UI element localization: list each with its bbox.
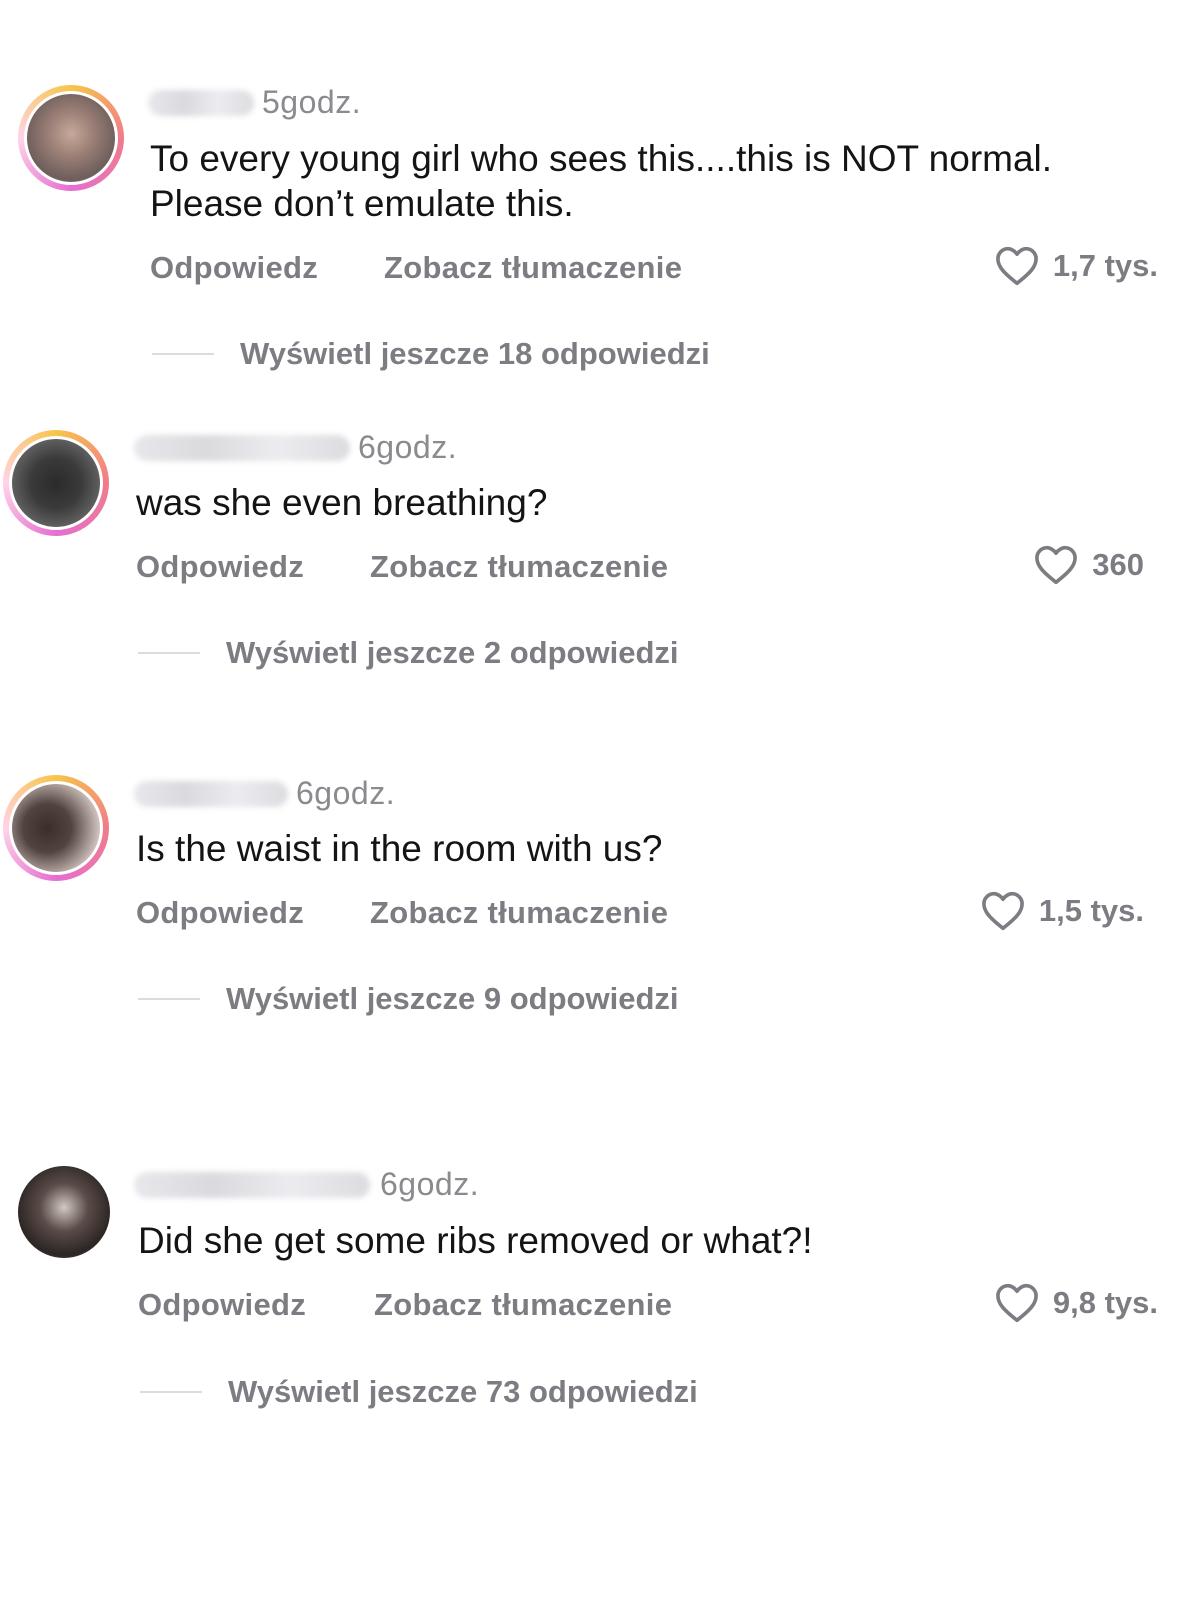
username-blurred[interactable] (134, 1172, 370, 1198)
view-more-replies-label: Wyświetl jeszcze 2 odpowiedzi (226, 635, 679, 670)
view-more-replies-button[interactable]: Wyświetl jeszcze 9 odpowiedzi (138, 981, 679, 1017)
like-count: 1,5 tys. (1038, 893, 1144, 928)
view-more-replies-label: Wyświetl jeszcze 73 odpowiedzi (228, 1374, 698, 1409)
like-button[interactable]: 1,5 tys. (981, 891, 1144, 931)
comment-text: was she even breathing? (136, 482, 548, 523)
see-translation-button[interactable]: Zobacz tłumaczenie (370, 895, 668, 931)
like-count: 360 (1092, 547, 1144, 582)
heart-outline-icon (981, 891, 1024, 931)
username-blurred[interactable] (134, 781, 288, 807)
reply-divider (138, 998, 200, 1000)
reply-divider (152, 353, 214, 355)
see-translation-button[interactable]: Zobacz tłumaczenie (374, 1287, 672, 1323)
avatar[interactable] (3, 775, 109, 881)
like-count: 9,8 tys. (1052, 1285, 1158, 1320)
username-blurred[interactable] (134, 435, 350, 461)
reply-button[interactable]: Odpowiedz (136, 895, 304, 931)
reply-button[interactable]: Odpowiedz (136, 549, 304, 585)
reply-divider (140, 1391, 202, 1393)
view-more-replies-button[interactable]: Wyświetl jeszcze 18 odpowiedzi (152, 336, 710, 372)
avatar[interactable] (18, 1166, 110, 1258)
comment-text: Did she get some ribs removed or what?! (138, 1220, 813, 1261)
see-translation-button[interactable]: Zobacz tłumaczenie (370, 549, 668, 585)
reply-divider (138, 652, 200, 654)
like-button[interactable]: 360 (1034, 545, 1144, 585)
reply-button[interactable]: Odpowiedz (138, 1287, 306, 1323)
view-more-replies-button[interactable]: Wyświetl jeszcze 2 odpowiedzi (138, 635, 679, 671)
heart-outline-icon (1035, 545, 1078, 585)
comment-timestamp: 6godz. (358, 429, 458, 465)
like-button[interactable]: 9,8 tys. (995, 1283, 1158, 1323)
heart-outline-icon (995, 1283, 1038, 1323)
comment-text: Is the waist in the room with us? (136, 828, 663, 869)
avatar[interactable] (3, 430, 109, 536)
view-more-replies-button[interactable]: Wyświetl jeszcze 73 odpowiedzi (140, 1374, 698, 1410)
view-more-replies-label: Wyświetl jeszcze 18 odpowiedzi (240, 336, 710, 371)
comment: 6godz. Did she get some ribs removed or … (0, 0, 1200, 1409)
view-more-replies-label: Wyświetl jeszcze 9 odpowiedzi (226, 981, 679, 1016)
comment-timestamp: 6godz. (296, 775, 396, 811)
comment-timestamp: 6godz. (380, 1166, 480, 1202)
